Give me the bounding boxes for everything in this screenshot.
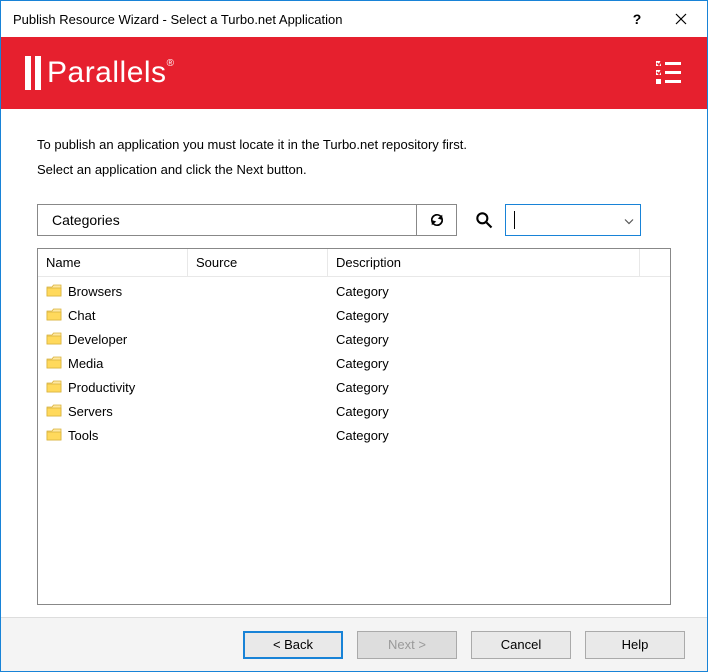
column-header-source[interactable]: Source: [188, 249, 328, 276]
cell-description: Category: [328, 332, 670, 347]
help-button[interactable]: Help: [585, 631, 685, 659]
folder-icon: [46, 332, 62, 346]
cell-name-text: Tools: [68, 428, 98, 443]
folder-icon: [46, 308, 62, 322]
search-combobox[interactable]: [505, 204, 641, 236]
cell-name: Chat: [38, 308, 188, 323]
wizard-window: Publish Resource Wizard - Select a Turbo…: [0, 0, 708, 672]
folder-icon: [46, 404, 62, 418]
cell-name-text: Browsers: [68, 284, 122, 299]
titlebar: Publish Resource Wizard - Select a Turbo…: [1, 1, 707, 37]
cell-description: Category: [328, 284, 670, 299]
cell-description: Category: [328, 356, 670, 371]
brand-banner: Parallels®: [1, 37, 707, 109]
list-body: Browsers Category Chat Category Developer Cat…: [38, 277, 670, 449]
next-button: Next >: [357, 631, 457, 659]
close-icon[interactable]: [659, 3, 703, 35]
cell-name-text: Servers: [68, 404, 113, 419]
instructions: To publish an application you must locat…: [37, 133, 671, 182]
chevron-down-icon[interactable]: [624, 213, 634, 228]
list-item[interactable]: Media Category: [38, 351, 670, 375]
brand-name: Parallels®: [47, 56, 174, 90]
back-button[interactable]: < Back: [243, 631, 343, 659]
folder-icon: [46, 356, 62, 370]
help-icon[interactable]: ?: [615, 3, 659, 35]
refresh-icon: [428, 211, 446, 229]
cell-name: Productivity: [38, 380, 188, 395]
cell-description: Category: [328, 308, 670, 323]
window-title: Publish Resource Wizard - Select a Turbo…: [13, 12, 615, 27]
cell-name-text: Developer: [68, 332, 127, 347]
refresh-button[interactable]: [416, 205, 456, 235]
list-item[interactable]: Servers Category: [38, 399, 670, 423]
cell-description: Category: [328, 380, 670, 395]
folder-icon: [46, 284, 62, 298]
breadcrumb-path[interactable]: Categories: [38, 205, 416, 235]
application-list: Name Source Description Browsers Category…: [37, 248, 671, 605]
column-header-name[interactable]: Name: [38, 249, 188, 276]
brand-name-text: Parallels: [47, 56, 167, 89]
list-item[interactable]: Productivity Category: [38, 375, 670, 399]
list-header: Name Source Description: [38, 249, 670, 277]
list-item[interactable]: Developer Category: [38, 327, 670, 351]
cell-description: Category: [328, 404, 670, 419]
checklist-icon: [653, 57, 683, 90]
cell-name: Browsers: [38, 284, 188, 299]
list-item[interactable]: Tools Category: [38, 423, 670, 447]
list-item[interactable]: Browsers Category: [38, 279, 670, 303]
brand-bars-icon: [25, 56, 41, 90]
cell-name: Developer: [38, 332, 188, 347]
cell-name-text: Productivity: [68, 380, 135, 395]
cell-name: Tools: [38, 428, 188, 443]
column-header-description[interactable]: Description: [328, 249, 640, 276]
brand-logo: Parallels®: [25, 56, 174, 90]
content-area: To publish an application you must locat…: [1, 109, 707, 617]
column-header-spacer: [640, 249, 670, 276]
list-item[interactable]: Chat Category: [38, 303, 670, 327]
cell-description: Category: [328, 428, 670, 443]
cell-name: Servers: [38, 404, 188, 419]
cell-name-text: Chat: [68, 308, 95, 323]
instruction-line-2: Select an application and click the Next…: [37, 158, 671, 183]
text-cursor: [514, 211, 515, 229]
instruction-line-1: To publish an application you must locat…: [37, 133, 671, 158]
wizard-footer: < Back Next > Cancel Help: [1, 617, 707, 671]
cancel-button[interactable]: Cancel: [471, 631, 571, 659]
cell-name: Media: [38, 356, 188, 371]
folder-icon: [46, 428, 62, 442]
controls-row: Categories: [37, 204, 671, 236]
breadcrumb-box: Categories: [37, 204, 457, 236]
cell-name-text: Media: [68, 356, 103, 371]
search-icon: [473, 209, 495, 231]
folder-icon: [46, 380, 62, 394]
